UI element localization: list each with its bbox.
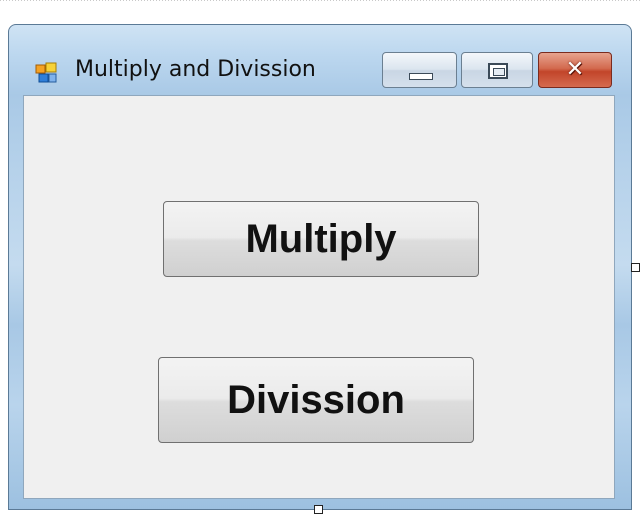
- resize-handle-right[interactable]: [631, 263, 640, 272]
- multiply-button[interactable]: Multiply: [163, 201, 479, 277]
- form-window: Multiply and Divission ✕ Multiply Diviss…: [8, 24, 632, 510]
- windows-form-icon: [35, 62, 57, 83]
- window-titlebar[interactable]: Multiply and Divission ✕: [9, 25, 631, 97]
- close-icon: ✕: [565, 57, 585, 82]
- division-button[interactable]: Divission: [158, 357, 474, 443]
- maximize-icon: [488, 63, 508, 79]
- form-client-area: Multiply Divission: [23, 95, 615, 499]
- minimize-icon: [409, 73, 433, 80]
- maximize-button[interactable]: [461, 52, 533, 88]
- window-title: Multiply and Divission: [75, 57, 316, 82]
- minimize-button[interactable]: [382, 52, 457, 88]
- close-button[interactable]: ✕: [538, 52, 612, 88]
- designer-surface-border: [0, 0, 640, 8]
